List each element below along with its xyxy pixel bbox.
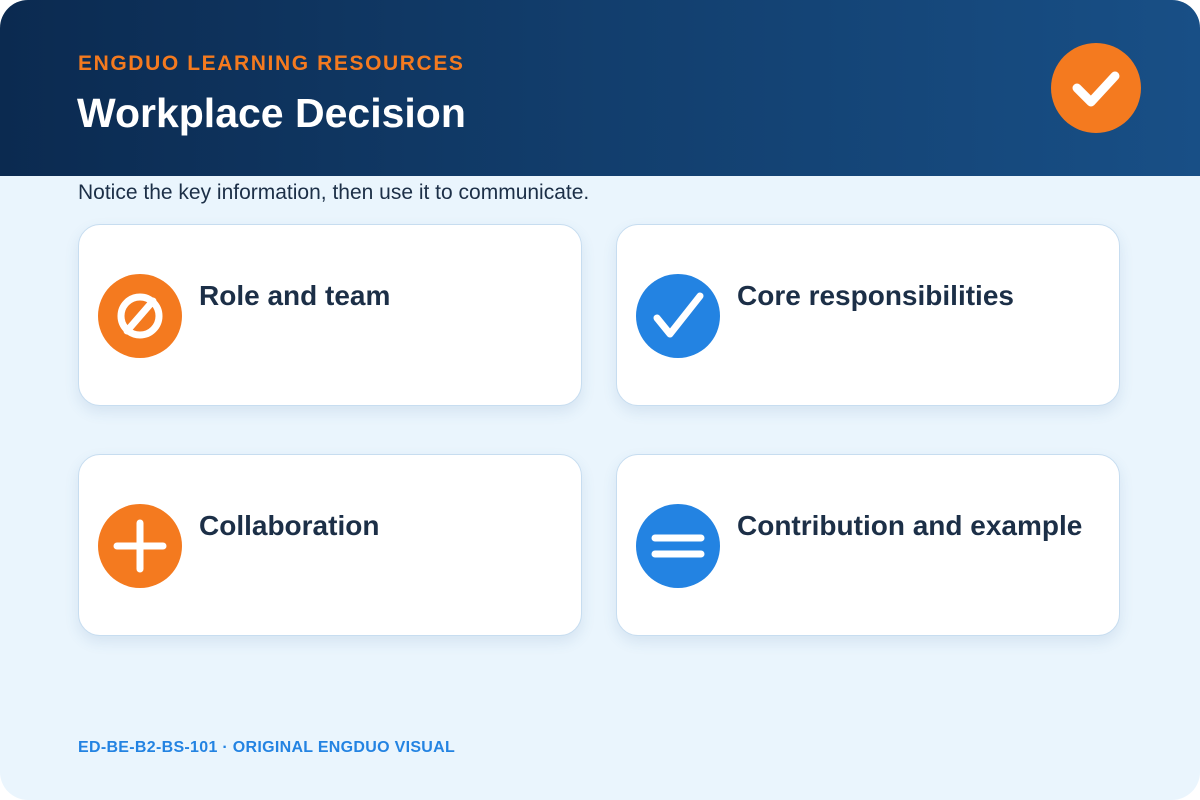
instruction-text: Notice the key information, then use it … [78, 181, 590, 204]
tile-core-responsibilities: Core responsibilities [616, 224, 1120, 406]
tile-collaboration: Collaboration [78, 454, 582, 636]
slashed-circle-icon [98, 274, 182, 358]
tile-label: Contribution and example [737, 510, 1083, 541]
tile-role-and-team: Role and team [78, 224, 582, 406]
footer-code: ED-BE-B2-BS-101 · ORIGINAL ENGDUO VISUAL [78, 739, 456, 756]
tile-label: Core responsibilities [737, 280, 1014, 311]
tile-contribution-and-example: Contribution and example [616, 454, 1120, 636]
tile-label: Role and team [199, 280, 391, 311]
eyebrow-label: ENGDUO LEARNING RESOURCES [78, 52, 465, 75]
tile-label: Collaboration [199, 510, 380, 541]
header-banner: ENGDUO LEARNING RESOURCES Workplace Deci… [0, 0, 1200, 176]
checkmark-icon [1051, 43, 1141, 133]
checkmark-icon [636, 274, 720, 358]
plus-icon [98, 504, 182, 588]
equals-icon [636, 504, 720, 588]
resource-card: ENGDUO LEARNING RESOURCES Workplace Deci… [0, 0, 1200, 800]
page-title: Workplace Decision [77, 90, 466, 136]
